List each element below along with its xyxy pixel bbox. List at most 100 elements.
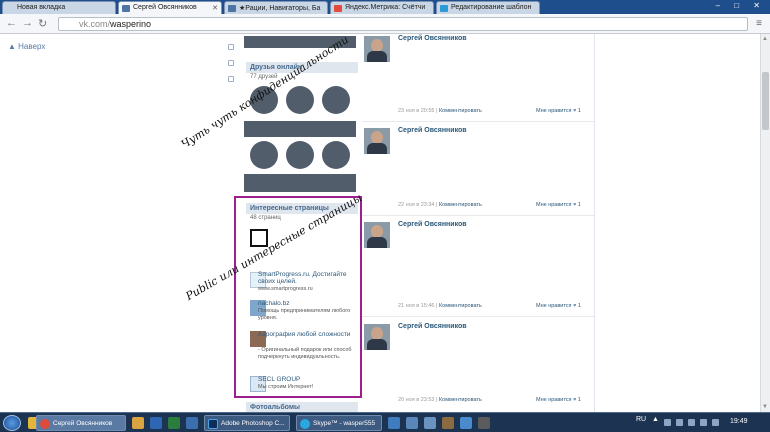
app-icon[interactable] <box>406 417 418 429</box>
post-time[interactable]: 22 ноя в 23:34 <box>398 202 434 208</box>
like-count: 1 <box>577 108 581 114</box>
friend-avatar[interactable] <box>322 86 350 114</box>
post-meta: 20 ноя в 23:53 | Комментировать <box>398 397 482 403</box>
like-count: 1 <box>577 202 581 208</box>
author-avatar[interactable] <box>364 324 390 350</box>
settings-icon[interactable] <box>228 76 234 82</box>
app-icon[interactable] <box>442 417 454 429</box>
post-author-link[interactable]: Сергей Овсянников <box>398 221 467 228</box>
hidden-names-bar <box>244 121 356 137</box>
post-meta: 23 ноя в 20:55 | Комментировать <box>398 108 482 114</box>
close-tab-icon[interactable]: ✕ <box>212 4 218 12</box>
task-label: Adobe Photoshop C... <box>221 420 285 427</box>
post-meta: 22 ноя в 23:34 | Комментировать <box>398 202 482 208</box>
tray-app-icon[interactable] <box>664 419 671 426</box>
like-count: 1 <box>577 397 581 403</box>
task-skype[interactable]: Skype™ - wasper555 <box>296 415 382 431</box>
comment-link[interactable]: Комментировать <box>439 397 482 403</box>
volume-icon[interactable] <box>700 419 707 426</box>
post-divider <box>362 215 594 216</box>
like-button[interactable]: Мне нравится ♥ 1 <box>536 202 581 208</box>
photoshop-icon <box>208 419 218 429</box>
taskbar-clock[interactable]: 19:49 <box>730 418 748 425</box>
like-button[interactable]: Мне нравится ♥ 1 <box>536 108 581 114</box>
author-avatar[interactable] <box>364 36 390 62</box>
wrench-menu-icon[interactable]: ≡ <box>756 18 762 29</box>
vk-favicon-icon <box>122 5 130 12</box>
task-label: Skype™ - wasper555 <box>313 420 376 427</box>
like-label: Мне нравится <box>536 303 572 309</box>
tray-app-icon[interactable] <box>712 419 719 426</box>
tab-new-tab[interactable]: Новая вкладка <box>2 1 116 14</box>
network-icon[interactable] <box>688 419 695 426</box>
comment-link[interactable]: Комментировать <box>439 108 482 114</box>
folder-icon[interactable] <box>132 417 144 429</box>
word-icon[interactable] <box>150 417 162 429</box>
post-time[interactable]: 21 ноя в 15:46 <box>398 303 434 309</box>
task-chrome[interactable]: Сергей Овсянников <box>36 415 126 431</box>
chrome-icon <box>40 419 50 429</box>
post-divider <box>362 316 594 317</box>
start-button[interactable] <box>3 415 21 431</box>
post-author-link[interactable]: Сергей Овсянников <box>398 323 467 330</box>
friend-avatar[interactable] <box>286 141 314 169</box>
comment-link[interactable]: Комментировать <box>439 202 482 208</box>
app-icon[interactable] <box>478 417 490 429</box>
post-time[interactable]: 20 ноя в 23:53 <box>398 397 434 403</box>
back-arrow-icon[interactable]: ← <box>6 17 17 29</box>
browser-toolbar: ← → ↻ vk.com/wasperino ≡ <box>0 14 770 34</box>
mail-icon[interactable] <box>228 44 234 50</box>
post-divider <box>362 121 594 122</box>
task-photoshop[interactable]: Adobe Photoshop C... <box>204 415 290 431</box>
forward-arrow-icon[interactable]: → <box>22 17 33 29</box>
excel-icon[interactable] <box>168 417 180 429</box>
language-indicator[interactable]: RU <box>636 416 646 423</box>
tab-template-editor[interactable]: Редактирование шаблон <box>436 1 540 14</box>
heart-icon: ♥ <box>573 303 577 309</box>
like-button[interactable]: Мне нравится ♥ 1 <box>536 397 581 403</box>
back-to-top-link[interactable]: ▲ Наверх <box>8 42 45 51</box>
address-bar[interactable]: vk.com/wasperino <box>58 17 748 31</box>
scroll-down-arrow-icon[interactable]: ▼ <box>762 404 768 410</box>
like-label: Мне нравится <box>536 202 572 208</box>
tray-expand-icon[interactable]: ▲ <box>652 416 659 423</box>
friend-avatar[interactable] <box>250 141 278 169</box>
vk-favicon-icon <box>228 5 236 12</box>
comment-link[interactable]: Комментировать <box>439 303 482 309</box>
comment-icon[interactable] <box>228 60 234 66</box>
friend-avatar[interactable] <box>286 86 314 114</box>
app-icon[interactable] <box>388 417 400 429</box>
post-time[interactable]: 23 ноя в 20:55 <box>398 108 434 114</box>
author-avatar[interactable] <box>364 128 390 154</box>
app-icon[interactable] <box>186 417 198 429</box>
tab-vk-profile[interactable]: Сергей Овсянников ✕ <box>118 1 222 14</box>
tray-app-icon[interactable] <box>676 419 683 426</box>
reload-icon[interactable]: ↻ <box>38 17 47 30</box>
tab-radios[interactable]: ★Рации, Навигаторы, Ба <box>224 1 328 14</box>
friend-avatar[interactable] <box>322 141 350 169</box>
like-button[interactable]: Мне нравится ♥ 1 <box>536 303 581 309</box>
like-count: 1 <box>577 303 581 309</box>
task-label: Сергей Овсянников <box>53 420 113 427</box>
scroll-up-arrow-icon[interactable]: ▲ <box>762 36 768 42</box>
tab-label: ★Рации, Навигаторы, Ба <box>239 5 321 12</box>
app-icon[interactable] <box>460 417 472 429</box>
tab-yandex-metrika[interactable]: Яндекс.Метрика: Счётчи <box>330 1 434 14</box>
heart-icon: ♥ <box>573 397 577 403</box>
url-host: vk.com/ <box>79 19 111 29</box>
like-label: Мне нравится <box>536 108 572 114</box>
scrollbar-thumb[interactable] <box>762 72 769 130</box>
editor-favicon-icon <box>440 5 448 12</box>
windows-taskbar: Сергей Овсянников Adobe Photoshop C... S… <box>0 412 770 432</box>
hidden-names-bar <box>244 174 356 192</box>
post-author-link[interactable]: Сергей Овсянников <box>398 35 467 42</box>
url-path: wasperino <box>110 19 152 29</box>
post-author-link[interactable]: Сергей Овсянников <box>398 127 467 134</box>
post-meta: 21 ноя в 15:46 | Комментировать <box>398 303 482 309</box>
skype-icon <box>300 419 310 429</box>
author-avatar[interactable] <box>364 222 390 248</box>
window-controls[interactable]: – □ ✕ <box>716 1 766 10</box>
tab-label: Яндекс.Метрика: Счётчи <box>345 4 426 11</box>
tab-label: Сергей Овсянников <box>133 4 197 11</box>
app-icon[interactable] <box>424 417 436 429</box>
